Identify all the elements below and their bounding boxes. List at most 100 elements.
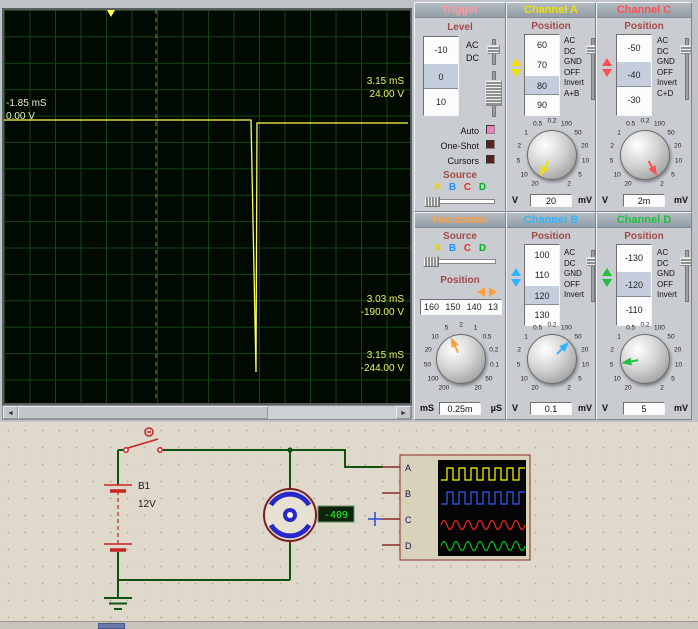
coupling-option[interactable]: Invert [657,290,677,301]
ac-dc-slider-handle[interactable] [487,45,500,54]
battery[interactable] [104,485,132,550]
position-value: 70 [525,55,559,75]
cursors-button[interactable]: Cursors [427,156,479,166]
channel-c-position-spinner[interactable]: -50 -40 -30 [616,34,652,116]
scrollbar-thumb[interactable] [18,406,268,419]
coupling-option[interactable]: DC [564,259,584,270]
position-value-selected: 150 [445,302,460,312]
knob-scale-label: 1 [524,130,528,137]
app-scrollbar-thumb[interactable] [98,623,125,629]
coupling-option[interactable]: C+D [657,89,677,100]
knob-scale-label: 20 [674,347,681,354]
coupling-option[interactable]: GND [657,269,677,280]
position-left-icon[interactable] [477,287,485,297]
scroll-left-icon[interactable]: ◄ [3,406,18,419]
auto-button[interactable]: Auto [427,126,479,136]
channel-d-gain-knob[interactable]: 20105210.50.210050201052 [605,319,685,399]
scroll-right-icon[interactable]: ► [396,406,411,419]
coupling-option[interactable]: A+B [564,89,584,100]
coupling-option[interactable]: OFF [657,68,677,79]
position-up-icon[interactable] [602,58,612,66]
coupling-option[interactable]: AC [657,248,677,259]
channel-c-coupling-handle[interactable] [680,45,692,54]
channel-d-coupling-handle[interactable] [680,257,692,266]
unit-volts: V [602,195,608,205]
position-right-icon[interactable] [489,287,497,297]
motor[interactable] [264,486,316,544]
knob-scale-label: 2 [459,322,463,329]
channel-a-trace [4,120,408,372]
coupling-option[interactable]: OFF [564,280,584,291]
one-shot-button[interactable]: One-Shot [427,141,479,151]
coupling-option[interactable]: GND [657,57,677,68]
coupling-option[interactable]: OFF [657,280,677,291]
coupling-option[interactable]: OFF [564,68,584,79]
source-b[interactable]: B [449,182,456,193]
wire[interactable] [290,450,383,467]
channel-b-coupling-handle[interactable] [586,257,596,266]
position-down-icon[interactable] [602,69,612,77]
knob-scale-label: 0.1 [490,361,499,368]
channel-c-position-arrows [602,58,612,77]
channel-d-position-spinner[interactable]: -130 -120 -110 [616,244,652,326]
channel-a-gain-knob[interactable]: 20105210.50.210050201052 [512,115,592,195]
switch[interactable] [124,428,162,452]
trigger-level-spinner[interactable]: -10 0 10 [423,36,459,116]
channel-b-gain-knob[interactable]: 20105210.50.210050201052 [512,319,592,399]
position-up-icon[interactable] [511,58,521,66]
position-down-icon[interactable] [602,279,612,287]
reading-bottom-volt: -244.00 V [361,363,404,374]
coupling-option[interactable]: GND [564,269,584,280]
channel-a-coupling-handle[interactable] [586,45,596,54]
scope-pins[interactable] [382,467,400,545]
source-d[interactable]: D [479,243,486,254]
circuit-canvas[interactable]: B1 12V -409 [0,422,698,621]
coupling-option[interactable]: Invert [657,78,677,89]
source-c[interactable]: C [464,243,471,254]
horizontal-title: Horizontal [415,213,505,228]
coupling-option[interactable]: DC [657,259,677,270]
source-d[interactable]: D [479,182,486,193]
mini-wave-a [441,468,525,480]
knob-scale-label: 20 [581,347,588,354]
battery-value: 12V [138,499,156,510]
coupling-option[interactable]: AC [657,36,677,47]
wire[interactable] [118,552,290,580]
coupling-option[interactable]: AC [564,36,584,47]
position-value: 90 [525,95,559,115]
proteus-oscilloscope-screen: { "icons": {"scroll_left": "◄", "scroll_… [0,0,698,629]
coupling-option[interactable]: GND [564,57,584,68]
trigger-marker-icon[interactable] [107,10,115,17]
trigger-panel-title: Trigger [415,3,505,18]
source-a[interactable]: A [434,243,441,254]
source-c[interactable]: C [464,182,471,193]
source-b[interactable]: B [449,243,456,254]
wires[interactable] [118,450,383,597]
channel-a-position-spinner[interactable]: 60 70 80 90 [524,34,560,116]
source-a[interactable]: A [434,182,441,193]
trigger-source-slider-thumb[interactable] [424,196,440,207]
coupling-option[interactable]: Invert [564,78,584,89]
display-scrollbar[interactable]: ◄ ► [2,405,412,420]
knob-scale-label: 5 [517,361,521,368]
coupling-option[interactable]: DC [657,47,677,58]
scope-component[interactable]: A B C D [382,455,530,560]
coupling-option[interactable]: AC [564,248,584,259]
horizontal-source-slider-thumb[interactable] [423,256,439,267]
coupling-option[interactable]: DC [564,47,584,58]
trigger-source-label: Source [415,170,505,181]
channel-b-position-spinner[interactable]: 100 110 120 130 [524,244,560,326]
position-up-icon[interactable] [511,268,521,276]
position-down-icon[interactable] [511,279,521,287]
channel-c-gain-knob[interactable]: 20105210.50.210050201052 [605,115,685,195]
app-horizontal-scrollbar[interactable] [0,621,698,629]
position-down-icon[interactable] [511,69,521,77]
knob-scale-label: 50 [574,130,581,137]
position-up-icon[interactable] [602,268,612,276]
knob-scale-label: 1 [524,334,528,341]
coupling-option[interactable]: Invert [564,290,584,301]
level-slider-handle[interactable] [485,80,502,106]
channel-a-gain-value: 20 [530,194,572,207]
horizontal-position-spinner[interactable]: 160 150 140 13 [420,299,502,315]
timebase-knob[interactable]: 2001005020105210.50.20.15020 [421,319,501,399]
